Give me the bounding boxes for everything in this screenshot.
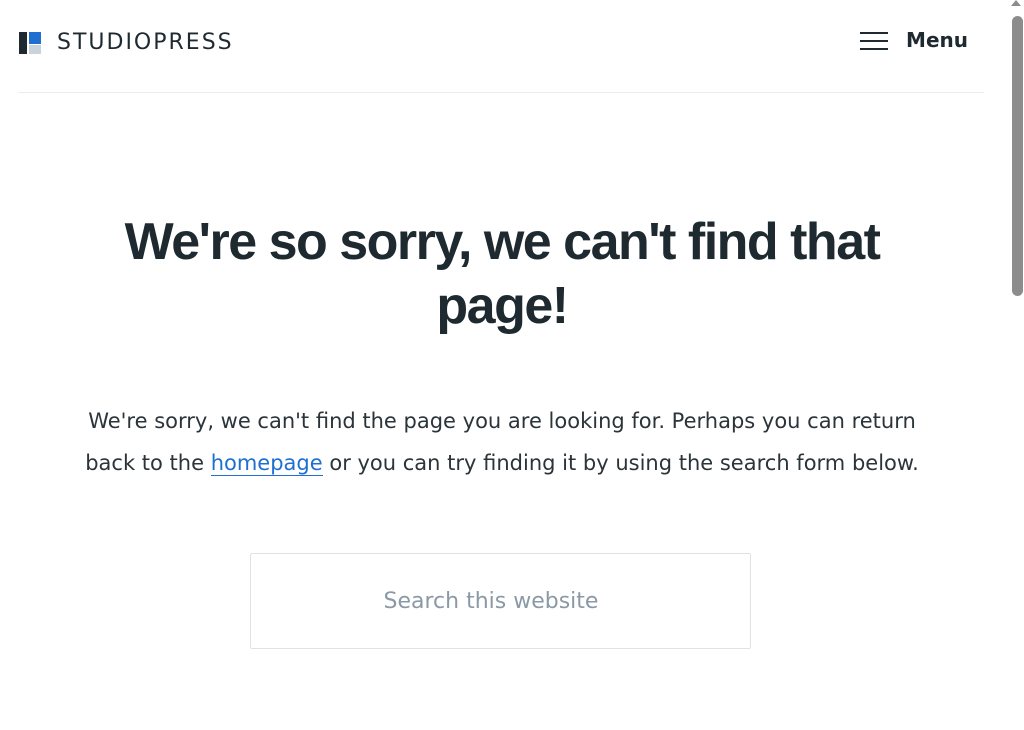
site-logo-link[interactable]: STUDIOPRESS [19,30,234,55]
menu-label: Menu [906,28,968,52]
error-404-page: STUDIOPRESS Menu We're so sorry, we can'… [0,0,1024,730]
scroll-up-arrow-icon[interactable] [1011,0,1021,6]
page-title: We're so sorry, we can't find that page! [124,213,881,335]
page-scrollbar[interactable] [1010,0,1024,730]
site-header: STUDIOPRESS Menu [18,0,984,93]
site-title: STUDIOPRESS [57,30,234,55]
message-text-after-link: or you can try finding it by using the s… [322,451,919,475]
homepage-link[interactable]: homepage [210,451,323,476]
scrollbar-thumb[interactable] [1012,16,1023,296]
hamburger-menu-icon [860,29,889,51]
search-form [250,553,751,649]
menu-button[interactable]: Menu [860,28,968,52]
search-input[interactable] [250,553,751,649]
error-message: We're sorry, we can't find the page you … [72,400,932,484]
studiopress-logo-icon [19,31,41,54]
main-content: We're so sorry, we can't find that page!… [60,210,944,484]
